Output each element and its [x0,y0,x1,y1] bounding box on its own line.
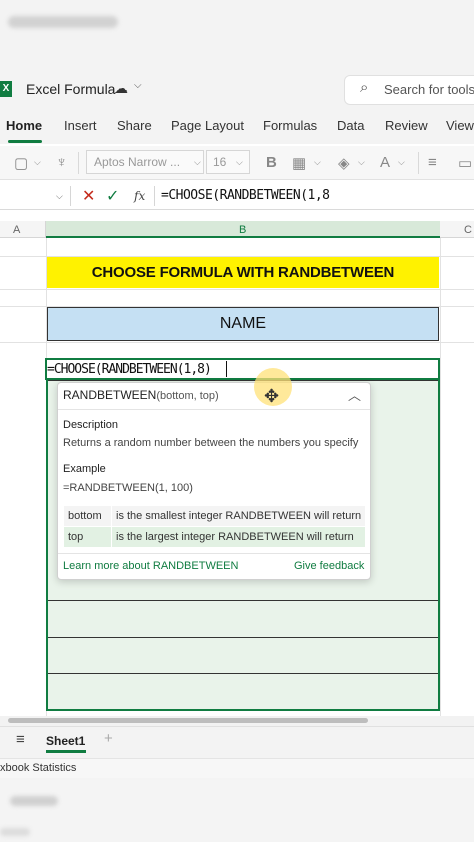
confirm-entry-icon[interactable]: ✓ [106,186,119,206]
function-args: (bottom, top) [156,390,219,402]
blurred-sheet-tab [10,796,58,806]
chevron-down-icon[interactable]: ⌵ [194,157,201,168]
collapse-chevron-icon[interactable]: ︿ [348,385,361,404]
argument-divider [111,527,112,547]
text-caret [226,361,227,377]
function-tooltip [57,382,371,580]
example-heading: Example [63,463,106,475]
formula-input[interactable]: =CHOOSE(RANDBETWEEN(1,8 [161,188,330,203]
argument-divider [111,506,112,526]
blurred-window-tab [8,16,118,28]
name-header-text: NAME [219,315,267,332]
chevron-down-icon[interactable]: ⌵ [236,157,243,168]
blurred-top-area [0,0,474,68]
tab-insert[interactable]: Insert [64,118,97,133]
column-label-c: C [464,224,472,236]
chevron-down-icon[interactable]: ⌵ [358,157,365,168]
font-color-icon[interactable]: A [380,154,390,171]
active-tab-indicator [8,140,42,143]
description-heading: Description [63,419,119,431]
cell-b2-title[interactable]: CHOOSE FORMULA WITH RANDBETWEEN [47,257,439,288]
font-name-value[interactable]: Aptos Narrow ... [94,155,180,169]
add-sheet-button[interactable]: + [104,730,113,747]
column-header-a[interactable] [0,221,46,238]
document-title[interactable]: Excel Formula [26,81,115,97]
name-box-chevron-icon[interactable]: ⌵ [56,191,63,202]
insert-function-button[interactable]: fx [134,189,145,203]
argument-name: top [68,531,84,543]
example-text: =RANDBETWEEN(1, 100) [63,482,193,494]
all-sheets-menu-icon[interactable]: ≡ [16,731,25,748]
chevron-down-icon[interactable]: ⌵ [314,157,321,168]
clipboard-icon[interactable]: ▢ [14,154,28,172]
chevron-down-icon[interactable]: ⌵ [398,157,405,168]
tab-share[interactable]: Share [117,118,152,133]
toolbar-divider [78,152,79,174]
tooltip-divider [58,409,370,410]
argument-description: is the largest integer RANDBETWEEN will … [116,531,354,543]
active-sheet-indicator [46,750,86,753]
column-label-b: B [239,224,247,236]
wrap-text-icon[interactable]: ▭ [458,154,472,172]
chevron-down-icon[interactable]: ⌵ [34,157,41,168]
search-icon: ⌕ [360,79,369,96]
workbook-statistics[interactable]: xbook Statistics [0,762,76,774]
blurred-status-text [0,828,30,836]
chevron-down-icon[interactable]: ⌵ [134,80,142,91]
tab-view[interactable]: View [446,118,474,133]
cancel-entry-icon[interactable]: ✕ [82,186,95,206]
argument-description: is the smallest integer RANDBETWEEN will… [116,510,362,522]
function-name: RANDBETWEEN [63,388,157,402]
grid-line [0,342,474,343]
grid-line [440,238,441,716]
tab-home[interactable]: Home [6,118,42,133]
learn-more-link[interactable]: Learn more about RANDBETWEEN [63,560,238,572]
fill-color-icon[interactable]: ◈ [338,154,350,172]
tab-formulas[interactable]: Formulas [263,118,317,133]
description-text: Returns a random number between the numb… [63,437,359,449]
give-feedback-link[interactable]: Give feedback [294,560,364,572]
argument-name: bottom [68,510,102,522]
tab-data[interactable]: Data [337,118,364,133]
autosave-cloud-icon[interactable]: ☁ [114,80,128,97]
format-painter-icon[interactable]: ♆ [56,154,67,171]
blurred-bottom-area [0,778,474,842]
scrollbar-thumb[interactable] [8,718,368,723]
search-placeholder[interactable]: Search for tools [384,82,474,97]
move-cursor-icon: ✥ [264,386,280,406]
function-signature[interactable]: RANDBETWEEN(bottom, top) [63,388,219,402]
bold-button[interactable]: B [266,154,277,171]
grid-line [0,289,474,290]
formula-bar-divider [154,186,155,206]
cell-edit-text[interactable]: =CHOOSE(RANDBETWEEN(1,8) [47,362,212,377]
font-size-value[interactable]: 16 [213,155,226,169]
sheet-tab-sheet1[interactable]: Sheet1 [46,734,85,748]
excel-app-icon: X [0,81,12,97]
toolbar-divider [418,152,419,174]
tooltip-divider [58,553,370,554]
tab-page-layout[interactable]: Page Layout [171,118,244,133]
align-left-icon[interactable]: ≡ [428,154,437,171]
sheet-title-text: CHOOSE FORMULA WITH RANDBETWEEN [91,264,395,281]
tab-review[interactable]: Review [385,118,428,133]
column-label-a: A [13,224,21,236]
formula-bar-divider [70,186,71,206]
borders-icon[interactable]: ▦ [292,154,306,172]
cell-b4-header[interactable]: NAME [47,307,439,341]
